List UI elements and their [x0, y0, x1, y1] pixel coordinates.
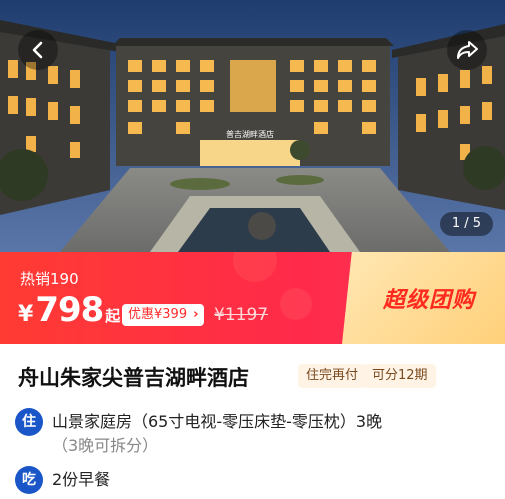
price: ¥ 798 起	[18, 290, 120, 330]
meal-icon: 吃	[15, 466, 43, 494]
promo-title: 超级团购	[383, 288, 476, 313]
share-button[interactable]	[447, 30, 487, 70]
sales-count: 热销190	[20, 270, 79, 288]
stay-icon: 住	[15, 408, 43, 436]
coupon-button[interactable]: 优惠¥399 ›	[122, 304, 205, 326]
stay-detail: 山景家庭房（65寸电视-零压床垫-零压枕）3晚 （3晚可拆分）	[52, 410, 492, 458]
hotel-sign: 普吉湖畔酒店	[226, 129, 274, 139]
tag-installments: 可分12期	[364, 364, 436, 388]
original-price: ¥1197	[214, 305, 269, 325]
tag-pay-after-stay: 住完再付	[298, 364, 367, 388]
meal-detail: 2份早餐	[52, 468, 492, 492]
image-counter: 1 / 5	[439, 212, 493, 236]
meal-detail-text: 2份早餐	[52, 470, 111, 489]
stay-detail-note: （3晚可拆分）	[52, 436, 159, 455]
share-arrow-icon	[457, 41, 478, 59]
hero-image[interactable]: 普吉湖畔酒店 1 / 5	[0, 0, 505, 252]
chevron-left-icon	[32, 41, 43, 59]
product-title: 舟山朱家尖普吉湖畔酒店	[18, 366, 249, 390]
currency-symbol: ¥	[18, 302, 34, 327]
chevron-right-icon: ›	[193, 307, 199, 322]
price-suffix: 起	[105, 307, 121, 325]
coupon-label: 优惠¥399	[128, 307, 188, 322]
back-button[interactable]	[18, 30, 58, 70]
price-amount: 798	[35, 290, 104, 330]
stay-detail-text: 山景家庭房（65寸电视-零压床垫-零压枕）3晚	[52, 412, 383, 431]
hotel-photo: 普吉湖畔酒店	[0, 0, 505, 252]
